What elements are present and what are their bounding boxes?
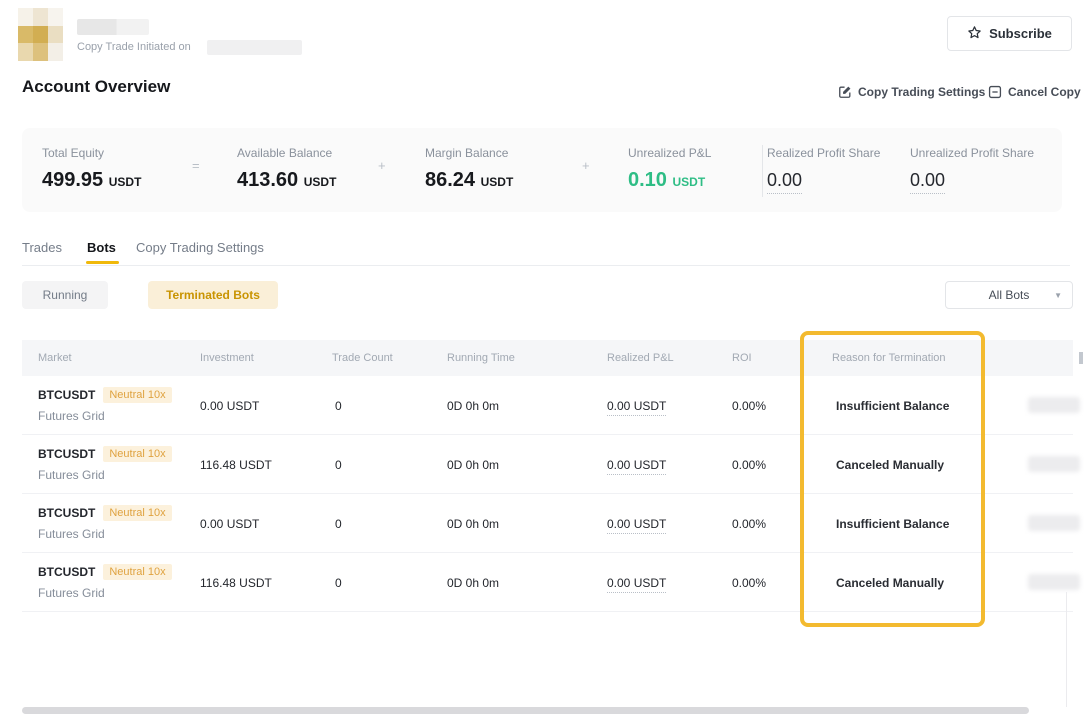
realized-pnl-value: 0.00 USDT <box>607 517 666 534</box>
table-row[interactable]: BTCUSDT Neutral 10x Futures Grid 116.48 U… <box>22 553 1073 612</box>
roi-value: 0.00% <box>732 576 766 590</box>
copy-trading-page: Copy Trade Initiated on Subscribe Accoun… <box>0 0 1084 726</box>
market-symbol: BTCUSDT <box>38 388 95 402</box>
investment-value: 116.48 USDT <box>200 458 272 472</box>
realized-pnl-value: 0.00 USDT <box>607 576 666 593</box>
col-running-time: Running Time <box>447 340 515 376</box>
page-title: Account Overview <box>22 77 170 97</box>
clipped-column-fragment <box>1079 352 1083 364</box>
table-row[interactable]: BTCUSDT Neutral 10x Futures Grid 116.48 U… <box>22 435 1073 494</box>
chevron-down-icon: ▼ <box>1054 291 1062 300</box>
equals-operator: = <box>192 158 200 173</box>
market-symbol: BTCUSDT <box>38 447 95 461</box>
stat-available-balance: Available Balance 413.60 USDT <box>237 146 336 192</box>
running-time-value: 0D 0h 0m <box>447 458 499 472</box>
copy-trading-settings-button[interactable]: Copy Trading Settings <box>838 85 985 99</box>
table-row[interactable]: BTCUSDT Neutral 10x Futures Grid 0.00 USD… <box>22 494 1073 553</box>
roi-value: 0.00% <box>732 458 766 472</box>
tab-trades[interactable]: Trades <box>22 240 62 255</box>
stat-margin-balance: Margin Balance 86.24 USDT <box>425 146 513 192</box>
roi-value: 0.00% <box>732 517 766 531</box>
investment-value: 116.48 USDT <box>200 576 272 590</box>
col-reason-for-termination: Reason for Termination <box>832 340 946 376</box>
market-symbol: BTCUSDT <box>38 506 95 520</box>
realized-pnl-value: 0.00 USDT <box>607 458 666 475</box>
terminated-bots-filter-button[interactable]: Terminated Bots <box>148 281 278 309</box>
subscribe-button[interactable]: Subscribe <box>947 16 1072 51</box>
col-market: Market <box>38 340 72 376</box>
trade-count-value: 0 <box>335 399 342 413</box>
col-investment: Investment <box>200 340 254 376</box>
market-type: Futures Grid <box>38 586 105 600</box>
bots-dropdown-value: All Bots <box>989 288 1030 302</box>
running-time-value: 0D 0h 0m <box>447 576 499 590</box>
termination-reason: Canceled Manually <box>836 576 944 590</box>
strategy-badge: Neutral 10x <box>103 505 171 521</box>
row-actions-redacted[interactable] <box>1028 574 1080 590</box>
running-time-value: 0D 0h 0m <box>447 399 499 413</box>
trade-count-value: 0 <box>335 576 342 590</box>
initiated-date-redacted <box>207 40 302 55</box>
stats-divider <box>762 145 763 197</box>
table-row[interactable]: BTCUSDT Neutral 10x Futures Grid 0.00 USD… <box>22 376 1073 435</box>
termination-reason: Canceled Manually <box>836 458 944 472</box>
cancel-copy-label: Cancel Copy <box>1008 85 1081 99</box>
strategy-badge: Neutral 10x <box>103 387 171 403</box>
tab-copy-trading-settings[interactable]: Copy Trading Settings <box>136 240 264 255</box>
trade-count-value: 0 <box>335 458 342 472</box>
table-header: Market Investment Trade Count Running Ti… <box>22 340 1073 376</box>
row-actions-redacted[interactable] <box>1028 397 1080 413</box>
termination-reason: Insufficient Balance <box>836 399 949 413</box>
market-type: Futures Grid <box>38 409 105 423</box>
stat-unrealized-profit-share: Unrealized Profit Share 0.00 <box>910 146 1034 194</box>
minus-square-icon <box>988 85 1002 99</box>
investment-value: 0.00 USDT <box>200 517 259 531</box>
col-realized-pnl: Realized P&L <box>607 340 674 376</box>
realized-pnl-value: 0.00 USDT <box>607 399 666 416</box>
running-filter-button[interactable]: Running <box>22 281 108 309</box>
stat-realized-profit-share: Realized Profit Share 0.00 <box>767 146 880 194</box>
market-type: Futures Grid <box>38 468 105 482</box>
star-icon <box>967 25 982 43</box>
plus-operator-2: + <box>582 158 590 173</box>
table-edge-line <box>1066 592 1067 707</box>
copy-trading-settings-label: Copy Trading Settings <box>858 85 985 99</box>
trader-name-redacted <box>77 19 149 35</box>
roi-value: 0.00% <box>732 399 766 413</box>
bots-type-dropdown[interactable]: All Bots ▼ <box>945 281 1073 309</box>
edit-icon <box>838 85 852 99</box>
strategy-badge: Neutral 10x <box>103 564 171 580</box>
trader-avatar <box>18 8 63 61</box>
horizontal-scrollbar[interactable] <box>22 707 1029 714</box>
account-stats-card: Total Equity 499.95 USDT = Available Bal… <box>22 128 1062 212</box>
market-type: Futures Grid <box>38 527 105 541</box>
subscribe-label: Subscribe <box>989 26 1052 41</box>
row-actions-redacted[interactable] <box>1028 456 1080 472</box>
col-trade-count: Trade Count <box>332 340 393 376</box>
strategy-badge: Neutral 10x <box>103 446 171 462</box>
copy-trade-initiated-label: Copy Trade Initiated on <box>77 41 191 53</box>
col-roi: ROI <box>732 340 752 376</box>
plus-operator-1: + <box>378 158 386 173</box>
stat-total-equity: Total Equity 499.95 USDT <box>42 146 141 192</box>
tab-bots[interactable]: Bots <box>87 240 116 255</box>
row-actions-redacted[interactable] <box>1028 515 1080 531</box>
cancel-copy-button[interactable]: Cancel Copy <box>988 85 1081 99</box>
trade-count-value: 0 <box>335 517 342 531</box>
active-tab-underline <box>86 261 119 264</box>
investment-value: 0.00 USDT <box>200 399 259 413</box>
stat-unrealized-pnl: Unrealized P&L 0.10 USDT <box>628 146 711 192</box>
tabs-divider <box>22 265 1070 266</box>
running-time-value: 0D 0h 0m <box>447 517 499 531</box>
market-symbol: BTCUSDT <box>38 565 95 579</box>
termination-reason: Insufficient Balance <box>836 517 949 531</box>
